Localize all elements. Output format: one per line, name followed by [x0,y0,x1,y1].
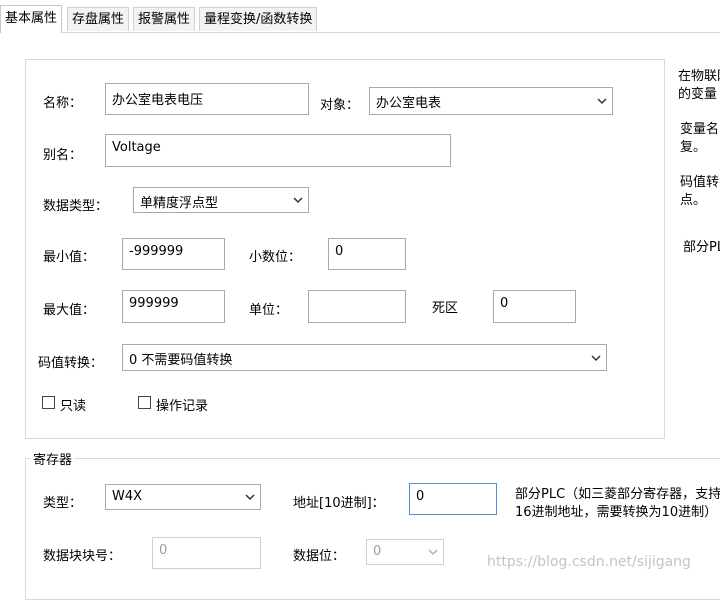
deadband-input[interactable]: 0 [493,290,576,323]
chevron-down-icon [245,494,255,501]
name-input[interactable]: 办公室电表电压 [105,83,309,115]
min-label: 最小值： [43,250,96,265]
register-type-select-value: W4X [112,489,143,504]
alias-input[interactable]: Voltage [105,134,451,167]
side-note-line: 部分PL [683,240,720,255]
register-group [25,458,720,600]
datatype-label: 数据类型： [43,199,109,214]
decimals-input[interactable]: 0 [328,238,406,270]
data-bit-select-value: 0 [373,544,382,559]
address-hint-line2: 16进制地址，需要转换为10进制） [515,505,718,520]
alias-label: 别名： [43,148,83,163]
chevron-down-icon [293,197,303,204]
tab-storage-properties[interactable]: 存盘属性 [67,7,130,31]
register-type-label: 类型： [43,496,83,511]
name-label: 名称： [43,96,83,111]
max-label: 最大值： [43,303,96,318]
register-type-select[interactable]: W4X [105,484,261,510]
operation-log-checkbox[interactable] [138,396,151,409]
side-note-line: 码值转 [680,175,720,190]
chevron-down-icon [591,354,601,361]
datatype-select[interactable]: 单精度浮点型 [133,187,309,213]
code-conversion-label: 码值转换： [38,356,104,371]
data-block-label: 数据块块号： [43,549,122,564]
datatype-select-value: 单精度浮点型 [140,196,219,211]
side-note-line: 点。 [680,193,707,208]
address-input[interactable]: 0 [409,483,497,515]
side-note-line: 在物联网 [678,69,720,84]
tab-basic-properties[interactable]: 基本属性 [0,5,63,33]
register-group-title: 寄存器 [31,449,75,468]
side-note-line: 复。 [680,140,707,155]
object-select-value: 办公室电表 [376,96,442,111]
address-hint-line1: 部分PLC（如三菱部分寄存器，支持 [515,487,720,502]
min-input[interactable]: -999999 [122,238,225,270]
readonly-label: 只读 [60,399,87,414]
deadband-label: 死区 [432,301,459,316]
operation-log-label: 操作记录 [156,399,209,414]
side-note-line: 的变量 [678,87,718,102]
tab-alarm-properties[interactable]: 报警属性 [133,7,196,31]
unit-input[interactable] [308,290,406,323]
object-select[interactable]: 办公室电表 [369,87,613,115]
max-input[interactable]: 999999 [122,290,225,323]
code-conversion-select[interactable]: 0 不需要码值转换 [122,344,607,371]
object-label: 对象： [320,98,360,113]
code-conversion-select-value: 0 不需要码值转换 [129,353,233,368]
side-note-line: 变量名 [680,122,720,137]
chevron-down-icon [597,98,607,105]
data-block-input[interactable]: 0 [152,537,261,569]
readonly-checkbox[interactable] [42,396,55,409]
tab-range-function[interactable]: 量程变换/函数转换 [199,7,318,31]
unit-label: 单位： [249,303,289,318]
tab-bar: 基本属性 存盘属性 报警属性 量程变换/函数转换 [0,0,720,33]
watermark-text: https://blog.csdn.net/sijigang [487,554,691,570]
decimals-label: 小数位： [249,250,302,265]
data-bit-label: 数据位： [293,549,346,564]
data-bit-select[interactable]: 0 [366,539,444,565]
address-label: 地址[10进制]： [293,496,385,511]
chevron-down-icon [428,549,438,556]
